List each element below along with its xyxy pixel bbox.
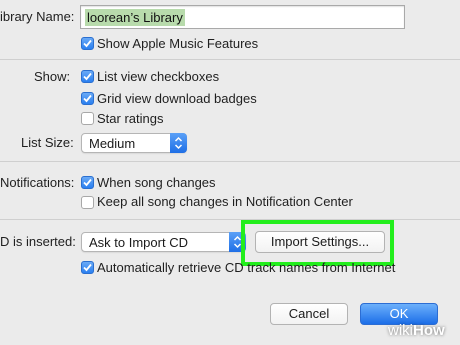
checkmark-icon: [83, 263, 92, 272]
show-label: Show:: [34, 69, 71, 84]
keep-all-changes-label: Keep all song changes in Notification Ce…: [97, 194, 353, 209]
apple-music-checkbox[interactable]: [81, 37, 94, 50]
list-size-popup[interactable]: Medium: [81, 133, 187, 153]
apple-music-label: Show Apple Music Features: [97, 36, 259, 51]
checkmark-icon: [83, 72, 92, 81]
library-name-value: loorean’s Library: [85, 9, 185, 26]
checkmark-icon: [83, 178, 92, 187]
cd-action-value: Ask to Import CD: [89, 235, 188, 250]
library-name-label: ibrary Name:: [0, 9, 75, 24]
auto-retrieve-label: Automatically retrieve CD track names fr…: [97, 260, 396, 275]
watermark-part1: wiki: [388, 322, 413, 339]
wikihow-watermark: wikiHow: [388, 322, 445, 339]
checkmark-icon: [83, 94, 92, 103]
list-view-checkbox[interactable]: [81, 70, 94, 83]
section-divider: [0, 161, 460, 162]
auto-retrieve-checkbox[interactable]: [81, 261, 94, 274]
when-song-changes-checkbox[interactable]: [81, 176, 94, 189]
checkmark-icon: [83, 39, 92, 48]
when-song-changes-label: When song changes: [97, 175, 216, 190]
keep-all-changes-checkbox[interactable]: [81, 196, 94, 209]
list-view-label: List view checkboxes: [97, 69, 220, 84]
grid-view-checkbox[interactable]: [81, 92, 94, 105]
watermark-part2: How: [413, 322, 445, 339]
cd-inserted-label: D is inserted:: [0, 234, 76, 249]
notifications-label: Notifications:: [0, 175, 75, 190]
star-ratings-checkbox[interactable]: [81, 112, 94, 125]
section-divider: [0, 59, 460, 60]
cd-action-popup[interactable]: Ask to Import CD: [81, 232, 246, 252]
library-name-field[interactable]: loorean’s Library: [80, 5, 405, 29]
list-size-label: List Size:: [21, 135, 74, 150]
popup-arrows-icon: [170, 133, 187, 153]
list-size-value: Medium: [89, 136, 136, 151]
star-ratings-label: Star ratings: [97, 111, 164, 126]
grid-view-label: Grid view download badges: [97, 91, 257, 106]
cancel-button[interactable]: Cancel: [270, 303, 348, 325]
